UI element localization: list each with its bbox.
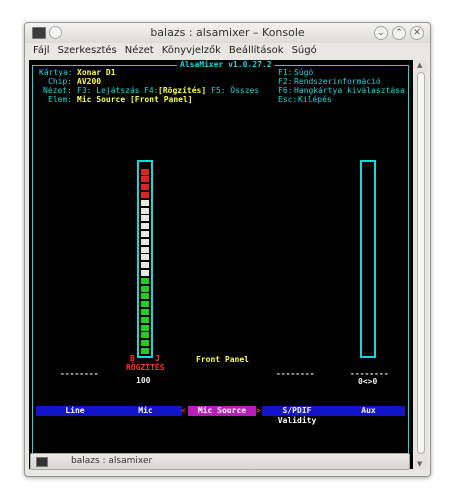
help-esc-value: Kilépés: [298, 95, 332, 104]
menu-help[interactable]: Súgó: [288, 43, 321, 60]
item-key: Elem:: [48, 95, 73, 104]
left-arrow: <: [181, 406, 186, 415]
help-f1-value: Súgó: [294, 68, 314, 77]
mic-volume-bar[interactable]: [137, 160, 153, 358]
terminal-area[interactable]: AlsaMixer v1.0.27.2 Kártya: Xonar D1 Chi…: [29, 60, 413, 469]
taskbar-item-label: balazs : alsamixer: [71, 456, 153, 466]
view-key: Nézet:: [43, 86, 72, 95]
mic-level-segment: [141, 199, 149, 206]
view-all[interactable]: F5: Összes: [211, 86, 259, 95]
spdif-value: --------: [276, 369, 315, 378]
mic-level-segment: [141, 215, 149, 222]
scroll-down-icon[interactable]: ▼: [417, 460, 422, 468]
mic-level-segment: [141, 192, 149, 198]
mic-level-segment: [141, 324, 149, 331]
mic-right-flag: J: [155, 354, 160, 363]
card-key: Kártya:: [39, 68, 73, 77]
mic-level-segment: [141, 176, 149, 183]
mic-level-segment: [141, 184, 149, 191]
mic-volume-value: 100: [136, 376, 151, 385]
mic-level-segment: [141, 285, 149, 292]
mic-level-segment: [141, 246, 149, 253]
mic-level-segment: [141, 348, 149, 354]
mic-capture-label: RÖGZÍTÉS: [126, 363, 165, 372]
right-arrow: >: [256, 406, 261, 415]
chip-value: AV200: [77, 77, 102, 86]
view-capture-key[interactable]: F4:: [144, 86, 158, 95]
aux-volume-value: 0<>0: [358, 377, 378, 386]
window-title: balazs : alsamixer – Konsole: [150, 26, 305, 39]
konsole-window: balazs : alsamixer – Konsole ⌄ ⌃ ✕ Fájl …: [24, 22, 431, 477]
title-bar[interactable]: balazs : alsamixer – Konsole ⌄ ⌃ ✕: [25, 23, 430, 43]
menu-settings[interactable]: Beállítások: [225, 43, 288, 60]
menu-bar: Fájl Szerkesztés Nézet Könyvjelzők Beáll…: [25, 43, 430, 60]
channel-label-aux[interactable]: Aux: [332, 406, 405, 416]
mic-level-segment: [141, 309, 149, 315]
close-button[interactable]: ✕: [410, 26, 424, 40]
menu-view[interactable]: Nézet: [121, 43, 158, 60]
mic-level-segment: [141, 340, 149, 347]
mic-level-segment: [141, 207, 149, 214]
vertical-scrollbar[interactable]: ▲ ▼: [415, 60, 427, 469]
mic-source-value: Front Panel: [196, 355, 249, 364]
mic-level-segment: [141, 231, 149, 237]
mic-level-segment: [141, 332, 149, 339]
mixer-title: AlsaMixer v1.0.27.2: [177, 60, 275, 69]
channel-label-mic-source[interactable]: Mic Source: [188, 406, 256, 416]
view-playback[interactable]: F3: Lejátszás: [77, 86, 140, 95]
menu-file[interactable]: Fájl: [29, 43, 54, 60]
help-f2-value: Rendszerinformáció: [294, 77, 381, 86]
chip-key: Chip:: [48, 77, 73, 86]
channel-label-spdif-validity[interactable]: S/PDIF Validity: [262, 406, 332, 425]
mic-level-segment: [141, 301, 149, 308]
channel-label-line[interactable]: Line: [36, 406, 114, 416]
mic-level-segment: [141, 270, 149, 276]
scroll-up-icon[interactable]: ▲: [417, 61, 422, 69]
menu-edit[interactable]: Szerkesztés: [54, 43, 121, 60]
minimize-button[interactable]: ⌄: [374, 26, 388, 40]
terminal-task-icon: [36, 457, 48, 467]
mic-left-flag: B: [130, 354, 135, 363]
mic-level-segment: [141, 316, 149, 323]
item-value: Mic Source [Front Panel]: [77, 95, 193, 104]
mic-level-segment: [141, 293, 149, 300]
mic-level-segment: [141, 168, 149, 175]
scroll-thumb[interactable]: [417, 72, 425, 454]
card-value: Xonar D1: [77, 68, 116, 77]
help-f1-key: F1:: [278, 68, 293, 77]
mic-level-segment: [141, 254, 149, 261]
mic-level-segment: [141, 238, 149, 245]
mic-level-segment: [141, 277, 149, 284]
line-value: --------: [60, 369, 99, 378]
help-f6-key: F6:: [278, 86, 293, 95]
mic-level-segment: [141, 223, 149, 230]
maximize-button[interactable]: ⌃: [392, 26, 406, 40]
channel-label-mic[interactable]: Mic: [109, 406, 182, 416]
help-f6-value: Hangkártya kiválasztása: [294, 86, 405, 95]
aux-volume-bar[interactable]: [360, 160, 376, 358]
mixer-frame: [32, 65, 409, 465]
help-esc-key: Esc:: [278, 95, 298, 104]
view-capture-value[interactable]: [Rögzítés]: [158, 86, 206, 95]
menu-bookmarks[interactable]: Könyvjelzők: [158, 43, 225, 60]
help-f2-key: F2:: [278, 77, 293, 86]
taskbar-item[interactable]: balazs : alsamixer: [30, 453, 410, 470]
mic-level-segment: [141, 262, 149, 269]
